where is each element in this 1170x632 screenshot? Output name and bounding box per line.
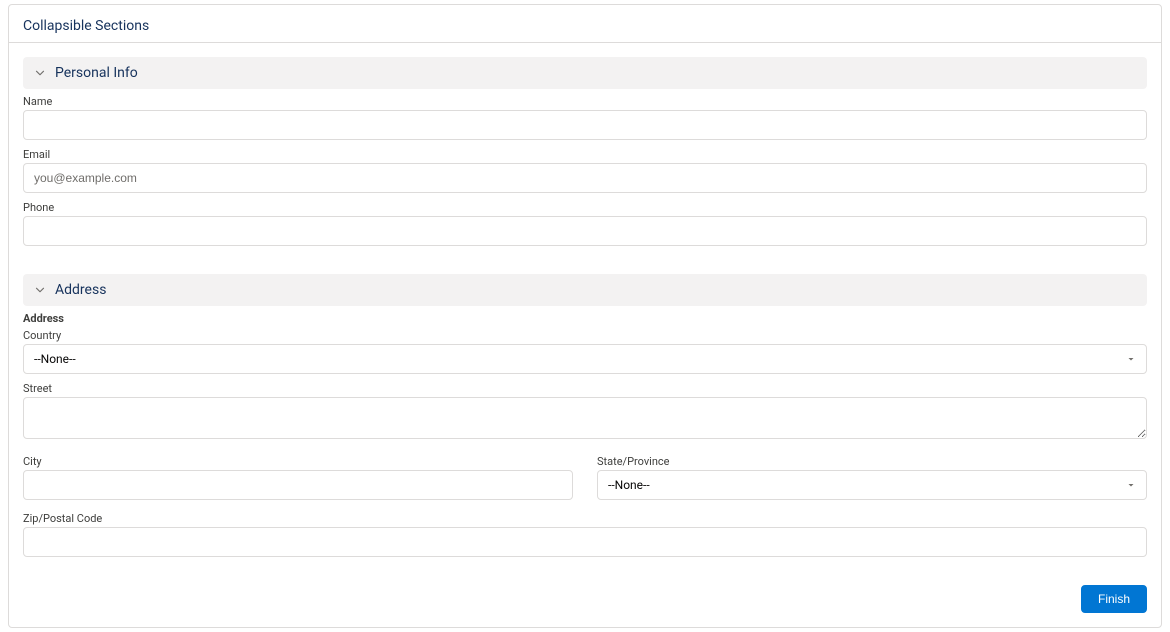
state-select[interactable]: --None-- (597, 470, 1147, 500)
section-title-personal: Personal Info (55, 65, 138, 81)
section-body-personal: Name Email Phone (23, 95, 1147, 246)
name-input[interactable] (23, 110, 1147, 140)
card: Collapsible Sections Personal Info Name … (8, 4, 1162, 628)
country-select[interactable]: --None-- (23, 344, 1147, 374)
chevron-down-icon (33, 66, 47, 80)
zip-input[interactable] (23, 527, 1147, 557)
finish-button[interactable]: Finish (1081, 585, 1147, 613)
section-header-address[interactable]: Address (23, 274, 1147, 306)
section-header-personal[interactable]: Personal Info (23, 57, 1147, 89)
section-body-address: Address Country --None-- Street City (23, 312, 1147, 557)
street-input[interactable] (23, 397, 1147, 439)
zip-label: Zip/Postal Code (23, 512, 1147, 525)
email-label: Email (23, 148, 1147, 161)
card-header: Collapsible Sections (9, 5, 1161, 43)
street-label: Street (23, 382, 1147, 395)
email-input[interactable] (23, 163, 1147, 193)
section-title-address: Address (55, 282, 106, 298)
name-label: Name (23, 95, 1147, 108)
phone-label: Phone (23, 201, 1147, 214)
city-input[interactable] (23, 470, 573, 500)
card-footer: Finish (9, 585, 1161, 627)
chevron-down-icon (33, 283, 47, 297)
address-group-label: Address (23, 312, 1147, 325)
phone-input[interactable] (23, 216, 1147, 246)
card-body: Personal Info Name Email Phone Address (9, 43, 1161, 585)
country-label: Country (23, 329, 1147, 342)
card-title: Collapsible Sections (23, 18, 149, 34)
state-label: State/Province (597, 455, 1147, 468)
city-label: City (23, 455, 573, 468)
